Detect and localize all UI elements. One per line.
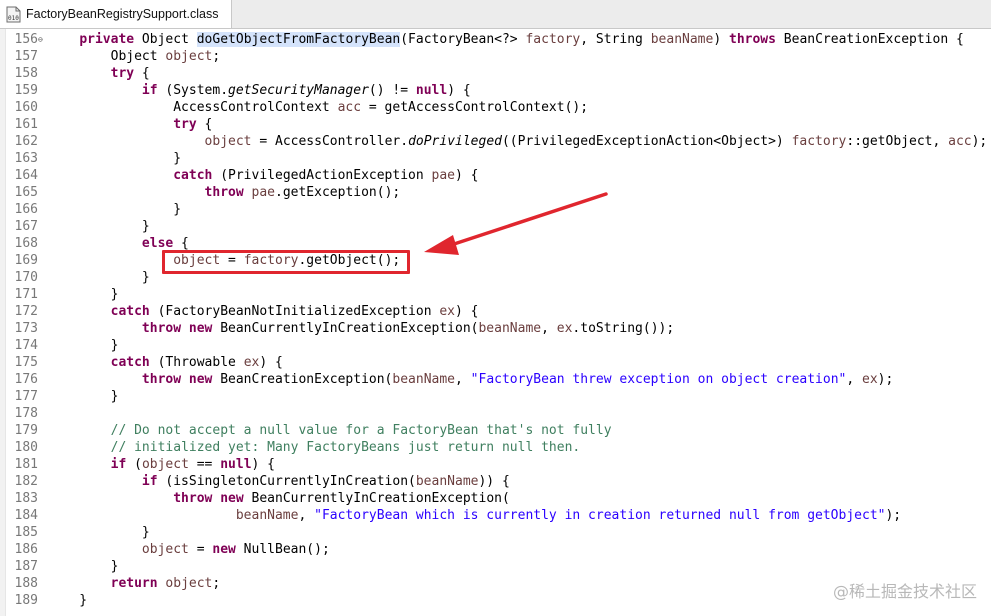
- editor-tab-bar: 010 FactoryBeanRegistrySupport.class: [0, 0, 991, 29]
- code-editor[interactable]: 156 ⊖ 157 158 159 160 161 162 163 164 165 166 167 168…: [0, 29, 991, 616]
- editor-tab-factorybeanregistrysupport[interactable]: 010 FactoryBeanRegistrySupport.class: [0, 0, 232, 28]
- class-file-icon: 010: [6, 6, 21, 23]
- watermark: @稀土掘金技术社区: [832, 582, 977, 601]
- svg-text:010: 010: [8, 15, 19, 22]
- tab-title: FactoryBeanRegistrySupport.class: [26, 7, 219, 21]
- annotation-arrow: [424, 192, 608, 255]
